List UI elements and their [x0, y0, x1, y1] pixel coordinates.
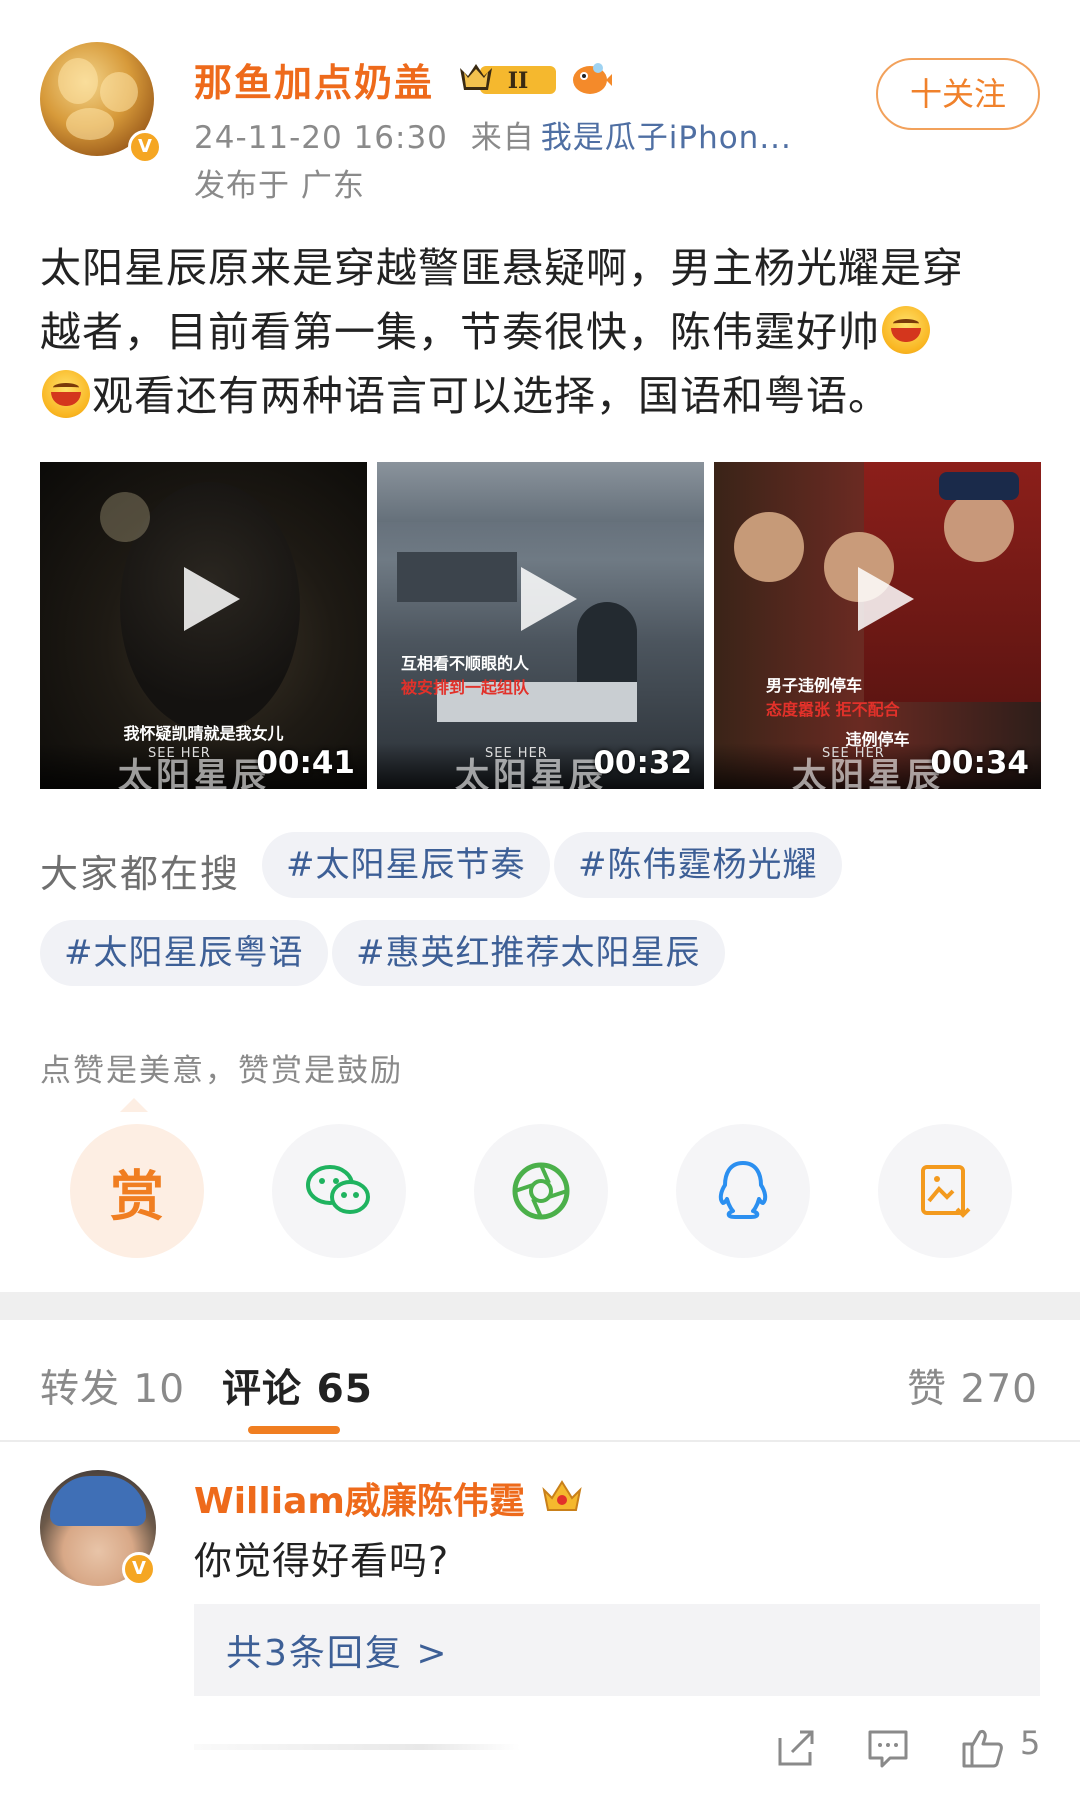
- verified-badge-icon: V: [128, 130, 162, 164]
- crown-icon: [542, 1480, 582, 1511]
- video-thumbnail-1[interactable]: 我怀疑凯晴就是我女儿 SEE HER 太阳星辰 00:41: [40, 462, 367, 789]
- video-subtitle-highlight: 被安排到一起组队: [401, 678, 530, 697]
- svg-text:II: II: [508, 68, 529, 94]
- comment-meta-blurred: [194, 1744, 520, 1750]
- moments-icon: [512, 1162, 570, 1220]
- video-thumbnail-3[interactable]: 男子违例停车 态度嚣张 拒不配合 违例停车 SEE HER 太阳星辰 00:34: [714, 462, 1041, 789]
- play-icon: [183, 567, 240, 632]
- active-tab-indicator: [248, 1426, 340, 1434]
- video-series-title: 太阳星辰: [792, 756, 944, 789]
- comment-icon[interactable]: [866, 1726, 910, 1770]
- post-body: 太阳星辰原来是穿越警匪悬疑啊，男主杨光耀是穿 越者，目前看第一集，节奏很快，陈伟…: [40, 236, 1050, 428]
- like-icon[interactable]: [960, 1726, 1004, 1770]
- qq-icon: [718, 1161, 768, 1219]
- share-wechat-button[interactable]: [272, 1124, 406, 1258]
- post-text-line2: 越者，目前看第一集，节奏很快，陈伟霆好帅: [40, 308, 880, 356]
- view-replies-link[interactable]: 共3条回复 >: [226, 1624, 449, 1676]
- video-subtitle: 互相看不顺眼的人: [401, 654, 530, 673]
- crown-level-badge-icon: II: [460, 64, 556, 94]
- video-duration: 00:34: [930, 745, 1029, 781]
- tabs-divider: [0, 1440, 1080, 1442]
- commenter-name[interactable]: William威廉陈伟霆: [194, 1472, 525, 1524]
- post-text-line3: 观看还有两种语言可以选择，国语和粤语。: [92, 372, 890, 420]
- tab-comment[interactable]: 评论 65: [222, 1358, 373, 1414]
- search-tag[interactable]: #太阳星辰粤语: [40, 920, 328, 986]
- save-image-icon: [921, 1165, 971, 1218]
- video-thumbnail-2[interactable]: 互相看不顺眼的人 被安排到一起组队 SEE HER 太阳星辰 00:32: [377, 462, 704, 789]
- tab-like[interactable]: 赞 270: [907, 1358, 1038, 1414]
- post-timestamp: 24-11-20 16:30: [194, 120, 448, 156]
- smile-emoji-icon: [882, 306, 930, 354]
- follow-button[interactable]: 十关注: [876, 58, 1040, 130]
- post-location: 发布于 广东: [194, 168, 365, 204]
- reward-pointer: [120, 1098, 148, 1112]
- wechat-icon: [306, 1165, 370, 1214]
- author-avatar[interactable]: V: [40, 42, 162, 164]
- via-source-link[interactable]: 我是瓜子iPhon...: [541, 120, 792, 156]
- comment-like-count: 5: [1020, 1724, 1041, 1762]
- post-text-line1: 太阳星辰原来是穿越警匪悬疑啊，男主杨光耀是穿: [40, 244, 964, 292]
- play-icon: [520, 567, 577, 632]
- tab-forward[interactable]: 转发 10: [40, 1358, 185, 1414]
- share-icon[interactable]: [774, 1726, 818, 1770]
- reward-prompt: 点赞是美意，赞赏是鼓励: [40, 1053, 403, 1089]
- search-tag[interactable]: #惠英红推荐太阳星辰: [332, 920, 725, 986]
- video-duration: 00:41: [256, 745, 355, 781]
- replies-panel[interactable]: 共3条回复 >: [194, 1604, 1040, 1696]
- video-subtitle: 男子违例停车: [766, 676, 863, 695]
- play-icon: [857, 567, 914, 632]
- video-subtitle: 我怀疑凯晴就是我女儿: [123, 724, 284, 743]
- post-meta: 24-11-20 16:30 来自 我是瓜子iPhon...: [194, 112, 792, 157]
- reward-button-label: 赏: [110, 1164, 164, 1228]
- share-moments-button[interactable]: [474, 1124, 608, 1258]
- search-tag[interactable]: #太阳星辰节奏: [262, 832, 550, 898]
- share-qq-button[interactable]: [676, 1124, 810, 1258]
- video-duration: 00:32: [593, 745, 692, 781]
- reward-button[interactable]: 赏: [70, 1124, 204, 1258]
- video-series-title: 太阳星辰: [455, 756, 607, 789]
- comment-text: 你觉得好看吗?: [194, 1539, 450, 1583]
- smile-emoji-icon: [42, 370, 90, 418]
- author-name[interactable]: 那鱼加点奶盖: [194, 52, 434, 107]
- video-series-title: 太阳星辰: [118, 756, 270, 789]
- save-image-button[interactable]: [878, 1124, 1012, 1258]
- video-subtitle-highlight: 态度嚣张 拒不配合: [766, 700, 900, 719]
- trending-search-label: 大家都在搜: [40, 852, 241, 896]
- search-tag[interactable]: #陈伟霆杨光耀: [554, 832, 842, 898]
- section-divider: [0, 1292, 1080, 1320]
- verified-badge-icon: V: [122, 1552, 156, 1586]
- fish-emoji-icon: [573, 63, 612, 94]
- via-prefix: 来自: [470, 120, 535, 156]
